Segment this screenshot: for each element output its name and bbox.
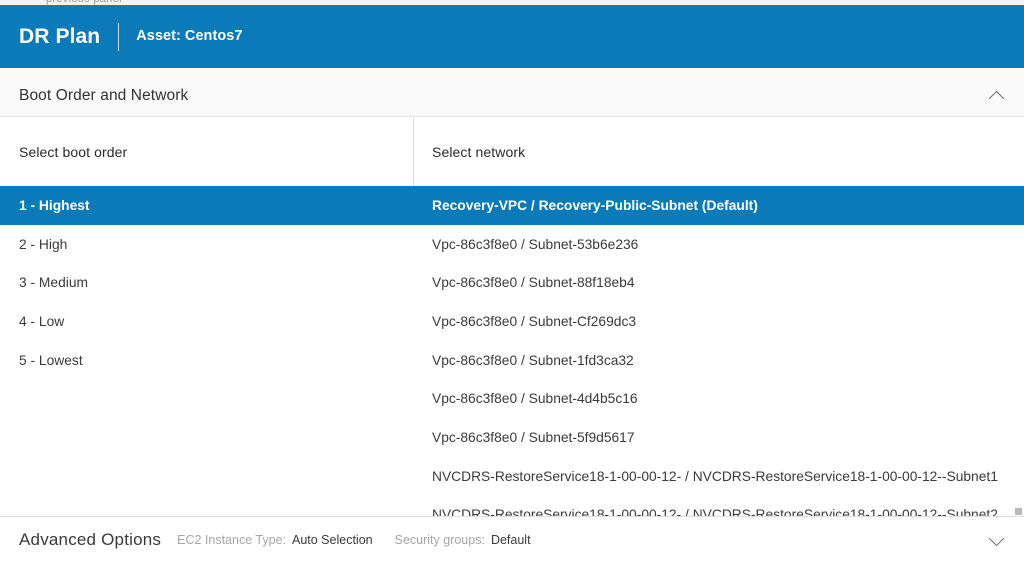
boot-order-option[interactable]: 2 - High — [19, 237, 67, 252]
table-row[interactable]: 2 - High Vpc-86c3f8e0 / Subnet-53b6e236 — [0, 225, 1024, 264]
column-header-network: Select network — [432, 144, 526, 160]
section-header-boot-order-and-network[interactable]: Boot Order and Network — [0, 75, 1024, 117]
header-underband — [0, 68, 1024, 75]
boot-order-option[interactable]: 3 - Medium — [19, 275, 88, 290]
advanced-options-bar[interactable]: Advanced Options EC2 Instance Type: Auto… — [0, 516, 1024, 563]
dr-plan-window: previous panel DR Plan Asset: Centos7 Bo… — [0, 0, 1024, 563]
security-groups-value: Default — [490, 533, 531, 547]
advanced-options-title: Advanced Options — [19, 530, 162, 549]
network-option[interactable]: Vpc-86c3f8e0 / Subnet-1fd3ca32 — [432, 353, 634, 368]
table-row[interactable]: Vpc-86c3f8e0 / Subnet-4d4b5c16 — [0, 379, 1024, 418]
network-option[interactable]: NVCDRS-RestoreService18-1-00-00-12- / NV… — [432, 469, 998, 484]
table-row[interactable]: NVCDRS-RestoreService18-1-00-00-12- / NV… — [0, 496, 1024, 516]
network-option[interactable]: Vpc-86c3f8e0 / Subnet-Cf269dc3 — [432, 314, 636, 329]
network-option[interactable]: Vpc-86c3f8e0 / Subnet-53b6e236 — [432, 237, 638, 252]
ec2-instance-type-label: EC2 Instance Type: — [177, 533, 286, 547]
network-option[interactable]: Vpc-86c3f8e0 / Subnet-4d4b5c16 — [432, 391, 638, 406]
boot-order-option[interactable]: 1 - Highest — [19, 198, 90, 213]
boot-order-option[interactable]: 4 - Low — [19, 314, 64, 329]
network-option[interactable]: Vpc-86c3f8e0 / Subnet-5f9d5617 — [432, 430, 635, 445]
page-title: DR Plan — [19, 25, 101, 48]
security-groups-summary: Security groups: Default — [395, 533, 531, 547]
network-option[interactable]: Vpc-86c3f8e0 / Subnet-88f18eb4 — [432, 275, 635, 290]
title-bar: DR Plan Asset: Centos7 — [0, 5, 1024, 68]
ec2-instance-type-value: Auto Selection — [292, 533, 373, 547]
table-row[interactable]: 1 - Highest Recovery-VPC / Recovery-Publ… — [0, 186, 1024, 225]
table-row[interactable]: 4 - Low Vpc-86c3f8e0 / Subnet-Cf269dc3 — [0, 302, 1024, 341]
asset-label: Asset: Centos7 — [136, 28, 243, 45]
security-groups-label: Security groups: — [394, 533, 485, 547]
title-divider — [118, 22, 120, 51]
scrollbar-nub[interactable] — [1015, 508, 1022, 515]
table-row[interactable]: 3 - Medium Vpc-86c3f8e0 / Subnet-88f18eb… — [0, 263, 1024, 302]
options-list: 1 - Highest Recovery-VPC / Recovery-Publ… — [0, 186, 1024, 516]
column-divider — [413, 118, 414, 190]
table-row[interactable]: NVCDRS-RestoreService18-1-00-00-12- / NV… — [0, 457, 1024, 496]
section-title: Boot Order and Network — [19, 86, 189, 104]
chevron-up-icon[interactable] — [988, 87, 1006, 105]
ec2-instance-type-summary: EC2 Instance Type: Auto Selection — [177, 533, 372, 547]
table-row[interactable]: Vpc-86c3f8e0 / Subnet-5f9d5617 — [0, 418, 1024, 457]
network-option[interactable]: Recovery-VPC / Recovery-Public-Subnet (D… — [432, 198, 758, 213]
chevron-down-icon[interactable] — [988, 531, 1006, 549]
selection-columns: Select boot order Select network 1 - Hig… — [0, 118, 1024, 516]
network-option[interactable]: NVCDRS-RestoreService18-1-00-00-12- / NV… — [432, 507, 998, 516]
column-header-boot-order: Select boot order — [19, 144, 128, 160]
table-row[interactable]: 5 - Lowest Vpc-86c3f8e0 / Subnet-1fd3ca3… — [0, 341, 1024, 380]
boot-order-option[interactable]: 5 - Lowest — [19, 353, 83, 368]
